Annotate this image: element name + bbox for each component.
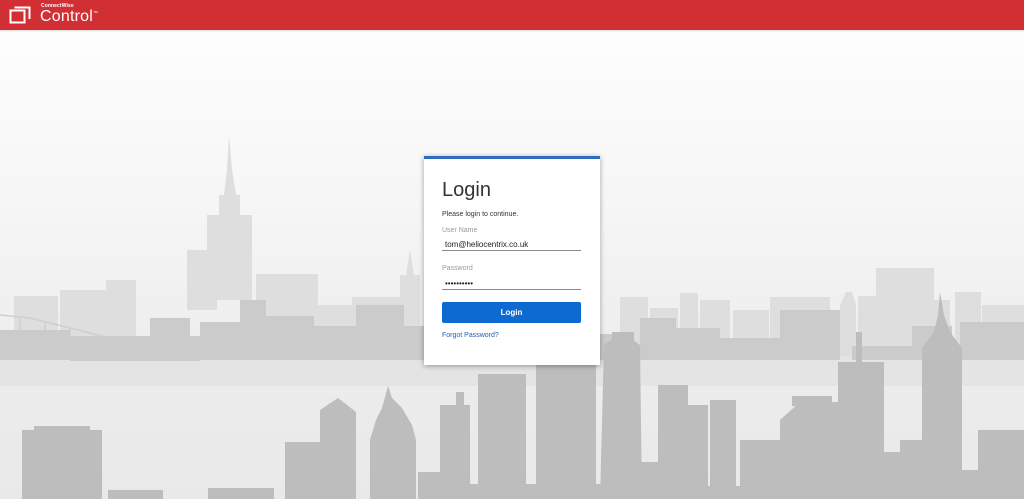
header-bar: ConnectWise Control™ xyxy=(0,0,1024,30)
connectwise-control-logo-icon xyxy=(9,6,31,24)
login-page: ConnectWise Control™ Login Please login … xyxy=(0,0,1024,499)
page-title: Login xyxy=(442,179,491,201)
brand-product-name: Control™ xyxy=(40,8,98,26)
brand-product-label: Control xyxy=(40,8,93,25)
password-input[interactable] xyxy=(442,277,581,290)
password-label: Password xyxy=(442,265,473,272)
username-label: User Name xyxy=(442,227,478,234)
username-input[interactable] xyxy=(442,238,581,251)
forgot-password-link[interactable]: Forgot Password? xyxy=(442,332,499,339)
login-button[interactable]: Login xyxy=(442,302,581,323)
trademark-symbol: ™ xyxy=(92,10,99,17)
login-instructions: Please login to continue. xyxy=(442,211,519,218)
login-card: Login Please login to continue. User Nam… xyxy=(424,156,600,365)
